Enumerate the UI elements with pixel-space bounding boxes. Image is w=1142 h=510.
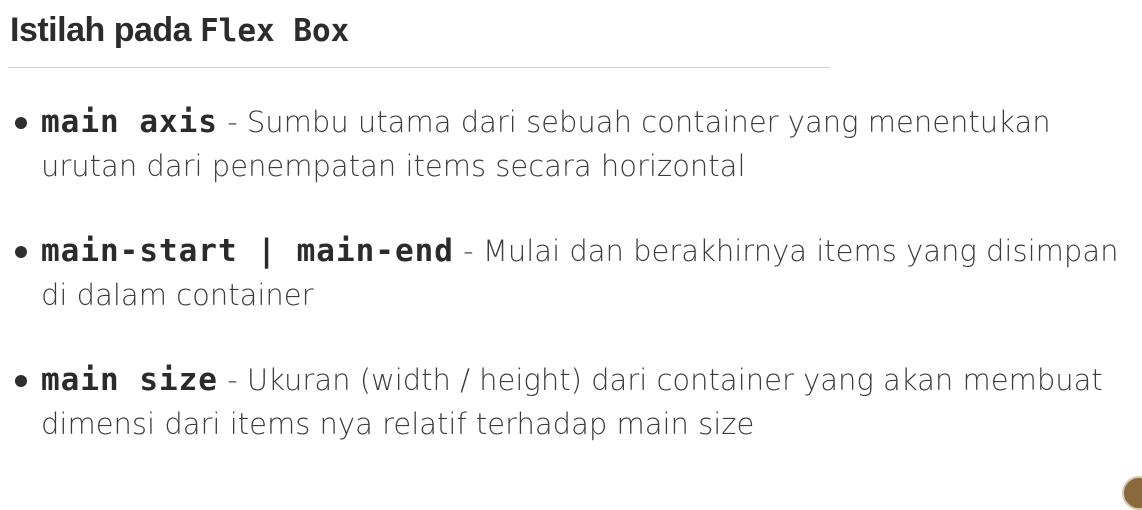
term-name: main size xyxy=(41,362,218,398)
list-item: main axis - Sumbu utama dari sebuah cont… xyxy=(14,100,1134,188)
term-list: main axis - Sumbu utama dari sebuah cont… xyxy=(14,100,1134,487)
presenter-avatar-fragment xyxy=(1122,476,1142,510)
page-title-text: Istilah pada xyxy=(10,11,200,49)
term-separator: - xyxy=(217,105,247,139)
term-name: main axis xyxy=(41,104,218,140)
list-item: main-start | main-end - Mulai dan berakh… xyxy=(14,229,1134,317)
bullet-icon xyxy=(15,246,27,258)
term-name: main-start | main-end xyxy=(41,233,454,269)
list-item: main size - Ukuran (width / height) dari… xyxy=(14,358,1134,446)
page-title-code: Flex Box xyxy=(200,13,350,49)
bullet-icon xyxy=(15,117,27,129)
title-divider xyxy=(8,67,830,68)
term-separator: - xyxy=(217,363,247,397)
bullet-icon xyxy=(15,375,27,387)
term-separator: - xyxy=(453,234,483,268)
page-title: Istilah pada Flex Box xyxy=(10,8,349,53)
